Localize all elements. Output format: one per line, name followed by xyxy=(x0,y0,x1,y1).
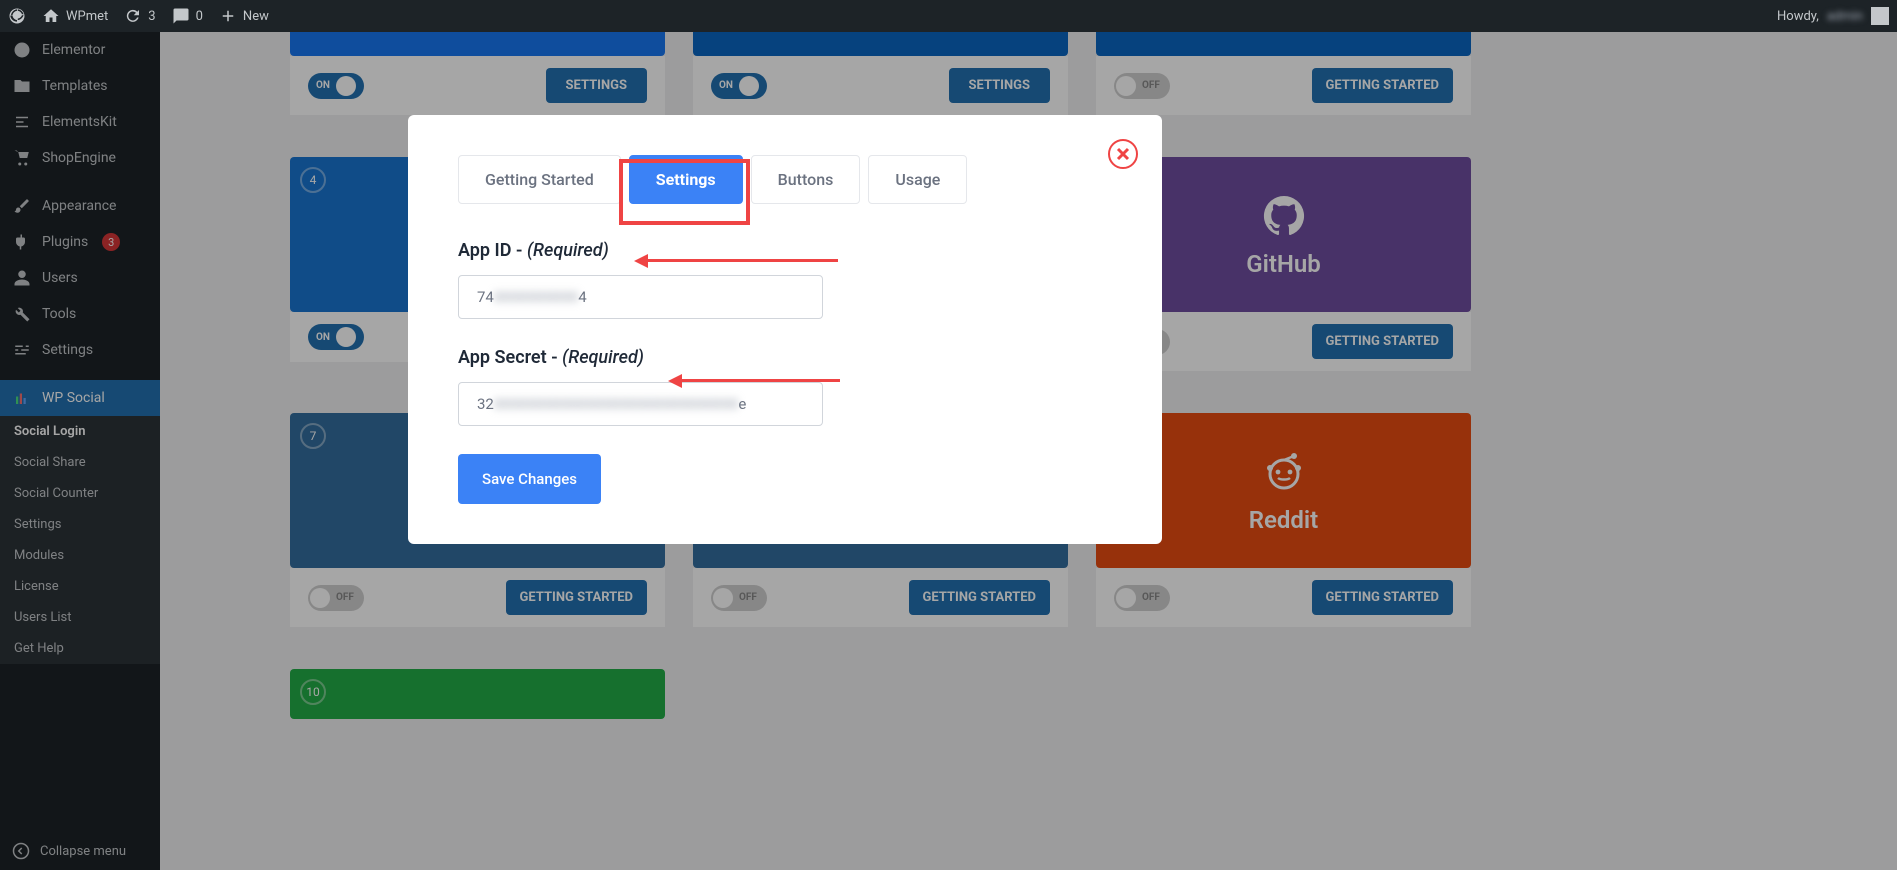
howdy-text: Howdy, xyxy=(1777,9,1819,24)
updates-count: 3 xyxy=(148,9,155,24)
updates-link[interactable]: 3 xyxy=(124,7,155,25)
tab-buttons[interactable]: Buttons xyxy=(751,155,861,204)
plus-icon xyxy=(219,7,237,25)
refresh-icon xyxy=(124,7,142,25)
site-link[interactable]: WPmet xyxy=(42,7,108,25)
username: admin xyxy=(1827,9,1863,24)
required-hint: (Required) xyxy=(527,240,609,261)
wp-logo[interactable] xyxy=(8,7,26,25)
app-secret-input[interactable]: 3200000000000000000000000000000e xyxy=(458,382,823,426)
modal-tabs: Getting Started Settings Buttons Usage xyxy=(458,155,1112,204)
wordpress-icon xyxy=(8,7,26,25)
app-id-input[interactable]: 7400000000004 xyxy=(458,275,823,319)
tab-getting-started[interactable]: Getting Started xyxy=(458,155,621,204)
comments-count: 0 xyxy=(196,9,203,24)
save-changes-button[interactable]: Save Changes xyxy=(458,454,601,504)
required-hint: (Required) xyxy=(562,347,644,368)
app-secret-label: App Secret - (Required) xyxy=(458,347,1112,368)
tab-settings[interactable]: Settings xyxy=(629,155,743,204)
home-icon xyxy=(42,7,60,25)
tab-usage[interactable]: Usage xyxy=(868,155,967,204)
label-text: App ID - xyxy=(458,240,527,261)
comments-link[interactable]: 0 xyxy=(172,7,203,25)
new-label: New xyxy=(243,9,269,24)
close-button[interactable] xyxy=(1108,139,1138,169)
user-menu[interactable]: Howdy, admin xyxy=(1777,7,1889,25)
site-name: WPmet xyxy=(66,9,108,24)
label-text: App Secret - xyxy=(458,347,562,368)
comment-icon xyxy=(172,7,190,25)
wp-adminbar: WPmet 3 0 New Howdy, admin xyxy=(0,0,1897,32)
new-link[interactable]: New xyxy=(219,7,269,25)
app-id-label: App ID - (Required) xyxy=(458,240,1112,261)
settings-modal: Getting Started Settings Buttons Usage A… xyxy=(408,115,1162,544)
close-icon xyxy=(1116,147,1130,161)
avatar xyxy=(1871,7,1889,25)
